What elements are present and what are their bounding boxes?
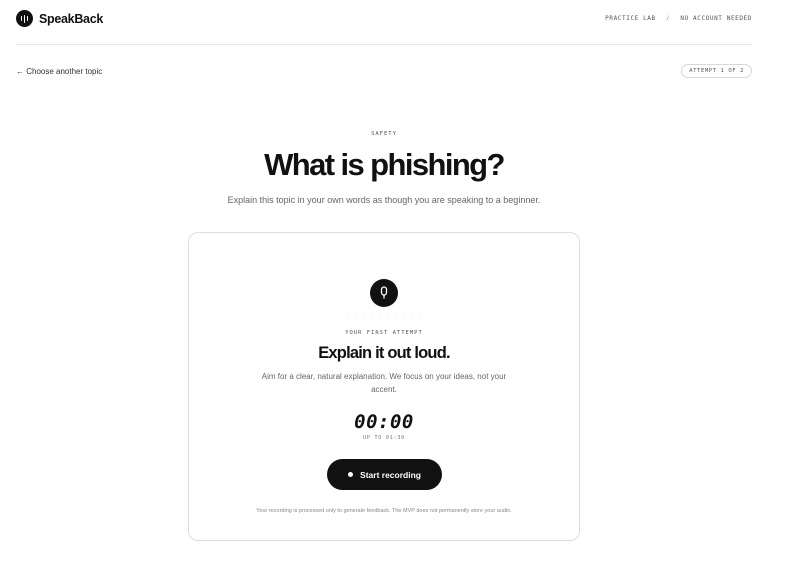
back-to-topics-link[interactable]: ← Choose another topic	[16, 67, 102, 76]
no-account-label: NO ACCOUNT NEEDED	[680, 15, 752, 22]
timer-display: 00:00	[354, 411, 414, 433]
top-bar: SpeakBack PRACTICE LAB / NO ACCOUNT NEED…	[16, 0, 752, 45]
privacy-note: Your recording is processed only to gene…	[256, 508, 512, 514]
brand-name: SpeakBack	[39, 11, 104, 26]
header-nav: PRACTICE LAB / NO ACCOUNT NEEDED	[605, 15, 752, 22]
practice-lab-label: PRACTICE LAB	[605, 15, 656, 22]
card-heading: Explain it out loud.	[318, 344, 450, 362]
waveform-icon	[16, 10, 33, 27]
microphone-icon	[370, 279, 398, 307]
topic-category: SAFETY	[371, 131, 397, 137]
nav-separator: /	[665, 15, 671, 22]
card-description: Aim for a clear, natural explanation. We…	[261, 372, 507, 394]
recording-card: · · · · · · · · · · YOUR FIRST ATTEMPT E…	[188, 232, 580, 541]
progress-dots: · · · · · · · · · ·	[345, 315, 423, 321]
time-limit-label: UP TO 01:30	[363, 435, 405, 441]
start-recording-label: Start recording	[360, 469, 421, 480]
record-dot-icon	[348, 472, 354, 477]
topic-instruction: Explain this topic in your own words as …	[227, 195, 541, 205]
attempt-label: YOUR FIRST ATTEMPT	[345, 330, 423, 336]
topic-title: What is phishing?	[264, 147, 505, 182]
start-recording-button[interactable]: Start recording	[327, 459, 442, 490]
brand-logo[interactable]: SpeakBack	[16, 10, 103, 27]
attempt-counter-badge: ATTEMPT 1 OF 2	[681, 64, 752, 78]
